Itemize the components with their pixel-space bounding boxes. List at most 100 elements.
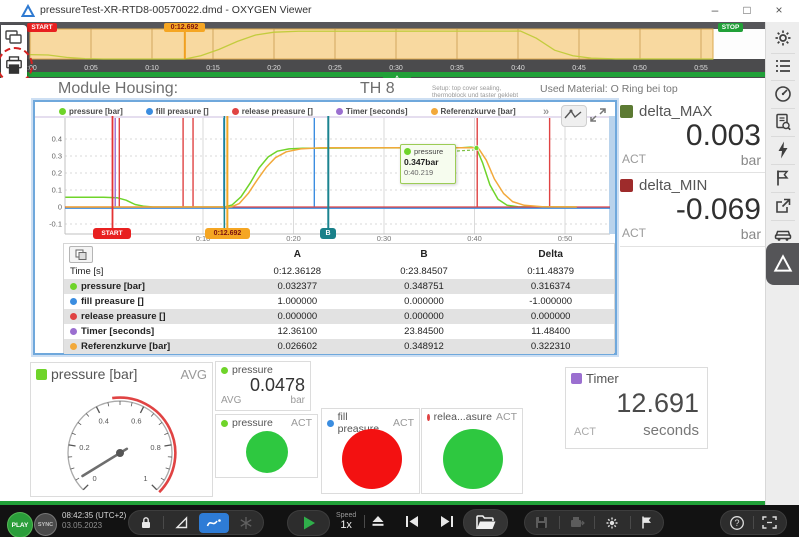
- legend-label: Timer [seconds]: [346, 107, 408, 116]
- minimize-button[interactable]: –: [701, 0, 729, 22]
- digital-color-dot: [221, 367, 228, 374]
- flag-icon[interactable]: [640, 515, 654, 530]
- legend-label: pressure [bar]: [69, 107, 123, 116]
- tooltip-channel-dot: [404, 148, 411, 155]
- measure-triangle-icon[interactable]: [174, 515, 189, 530]
- indicator-release-widget[interactable]: relea...asure ACT: [421, 408, 523, 494]
- expand-icon[interactable]: [589, 107, 607, 123]
- fit-screen-icon[interactable]: [761, 515, 778, 530]
- play-icon[interactable]: [302, 515, 316, 531]
- play-button-pill[interactable]: [287, 510, 330, 536]
- maximize-button[interactable]: □: [733, 0, 761, 22]
- lock-icon[interactable]: [139, 515, 153, 530]
- indicator-pressure-dot: [221, 420, 228, 427]
- close-button[interactable]: ×: [765, 0, 793, 22]
- table-row[interactable]: release preasure []0.0000000.0000000.000…: [64, 309, 614, 324]
- channel-color-dot: [70, 298, 77, 305]
- overview-timeline[interactable]: 0:000:050:100:150:200:250:300:350:400:45…: [0, 22, 765, 78]
- save-icon[interactable]: [534, 515, 549, 530]
- cursor-table[interactable]: ABDeltaTime [s]0:12.361280:23.845070:11.…: [63, 243, 615, 353]
- instruments-gauge-icon[interactable]: [773, 84, 793, 104]
- screens-icon[interactable]: [5, 30, 23, 46]
- marker-flag-icon[interactable]: [773, 168, 793, 188]
- table-row[interactable]: pressure [bar]0.0323770.3487510.316374: [64, 279, 614, 294]
- delta-min-value: -0.069: [620, 194, 765, 226]
- column-header: B: [361, 249, 488, 260]
- eject-icon[interactable]: [370, 514, 386, 529]
- svg-text:0.6: 0.6: [131, 416, 141, 425]
- recorder-chart-panel[interactable]: 0:100:200:300:400:50-0.100.10.20.30.4 pr…: [33, 100, 617, 355]
- skip-to-end-icon[interactable]: [439, 515, 455, 528]
- delta-min-header: delta_MIN: [620, 177, 765, 194]
- export-icon[interactable]: [569, 515, 585, 530]
- vehicle-icon[interactable]: [773, 223, 793, 243]
- table-header-row: ABDelta: [64, 244, 614, 264]
- sync-badge[interactable]: SYNC: [34, 513, 57, 536]
- settings-gear-icon[interactable]: [773, 28, 793, 48]
- legend-overflow-button[interactable]: »: [543, 106, 548, 118]
- chart-playhead-badge[interactable]: 0:12.692: [205, 228, 250, 239]
- legend-item[interactable]: Referenzkurve [bar]: [431, 107, 516, 116]
- table-row[interactable]: Timer [seconds]12.3610023.8450011.48400: [64, 324, 614, 339]
- help-icon[interactable]: ?: [729, 515, 745, 531]
- indicator-fill-widget[interactable]: fill preasure ACT: [321, 408, 420, 494]
- signal-overview-button[interactable]: [199, 513, 229, 533]
- playback-toolbar: PLAY SYNC 08:42:35 (UTC+2) 03.05.2023: [0, 505, 799, 537]
- table-row[interactable]: Referenzkurve [bar]0.0266020.3489120.322…: [64, 339, 614, 354]
- timeline-playhead-badge[interactable]: 0:12.692: [164, 23, 205, 32]
- timeline-tick: 0:55: [694, 65, 708, 72]
- indicator-release-lamp: [443, 429, 503, 489]
- digital-unit: bar: [291, 395, 305, 406]
- timer-widget[interactable]: Timer 12.691 ACT seconds: [565, 367, 708, 449]
- digital-value: 0.0478: [216, 376, 310, 395]
- speed-value[interactable]: 1x: [336, 519, 356, 531]
- channel-color-dot: [70, 328, 77, 335]
- chart-cursor-b-badge[interactable]: B: [320, 228, 336, 239]
- delta-min-mode: ACT: [622, 226, 646, 242]
- timeline-tick: 0:40: [511, 65, 525, 72]
- table-row[interactable]: fill preasure []1.0000000.000000-1.00000…: [64, 294, 614, 309]
- value-tooltip: pressure 0.347bar 0:40.219: [400, 144, 456, 184]
- copy-table-button[interactable]: [69, 246, 93, 263]
- timeline-start-badge[interactable]: START: [27, 23, 57, 32]
- settings-sync-icon[interactable]: [604, 515, 620, 531]
- svg-text:0:20: 0:20: [286, 234, 301, 242]
- power-trigger-icon[interactable]: [773, 140, 793, 160]
- chart-start-badge[interactable]: START: [93, 228, 131, 239]
- digital-meter-widget[interactable]: pressure 0.0478 AVG bar: [215, 361, 311, 411]
- legend-item[interactable]: release preasure []: [232, 107, 313, 116]
- svg-text:0: 0: [58, 203, 62, 212]
- timeline-tick: 0:25: [328, 65, 342, 72]
- legend-item[interactable]: fill preasure []: [146, 107, 209, 116]
- delta-values-panel[interactable]: delta_MAX 0.003 ACT bar delta_MIN -0.069…: [620, 100, 765, 264]
- overview-timeline-plot[interactable]: 0:000:050:100:150:200:250:300:350:400:45…: [0, 22, 765, 78]
- play-mode-badge[interactable]: PLAY: [7, 512, 33, 537]
- oxygen-logo-tab[interactable]: [766, 243, 799, 285]
- indicator-pressure-widget[interactable]: pressure ACT: [215, 414, 318, 478]
- svg-text:0.2: 0.2: [79, 443, 89, 452]
- skip-to-start-icon[interactable]: [404, 515, 420, 528]
- column-header: Delta: [487, 249, 614, 260]
- tooltip-value: 0.347bar: [404, 157, 452, 167]
- svg-text:0:50: 0:50: [558, 234, 573, 242]
- signal-mode-button[interactable]: [561, 105, 587, 127]
- open-folder-icon[interactable]: [475, 514, 497, 531]
- channel-label: Referenzkurve [bar]: [81, 341, 170, 352]
- open-file-pill[interactable]: [463, 509, 508, 536]
- freeze-icon[interactable]: [239, 516, 253, 530]
- share-export-icon[interactable]: [773, 196, 793, 216]
- gauge-widget[interactable]: pressure [bar] AVG 00.20.40.60.81: [30, 362, 213, 497]
- help-pill: ?: [720, 510, 787, 535]
- recorder-plot[interactable]: 0:100:200:300:400:50-0.100.10.20.30.4: [35, 102, 615, 242]
- channel-list-icon[interactable]: [773, 56, 793, 76]
- channel-label: pressure [bar]: [81, 281, 145, 292]
- delta-max-mode: ACT: [622, 152, 646, 168]
- delta-max-header: delta_MAX: [620, 103, 765, 120]
- header-row: Module Housing: TH 8 Setup: top cover se…: [0, 78, 765, 100]
- report-icon[interactable]: [773, 112, 793, 132]
- timeline-stop-badge[interactable]: STOP: [718, 23, 743, 32]
- view-tools-pill: [128, 510, 264, 535]
- svg-text:0.2: 0.2: [52, 169, 62, 178]
- legend-item[interactable]: pressure [bar]: [59, 107, 123, 116]
- legend-item[interactable]: Timer [seconds]: [336, 107, 408, 116]
